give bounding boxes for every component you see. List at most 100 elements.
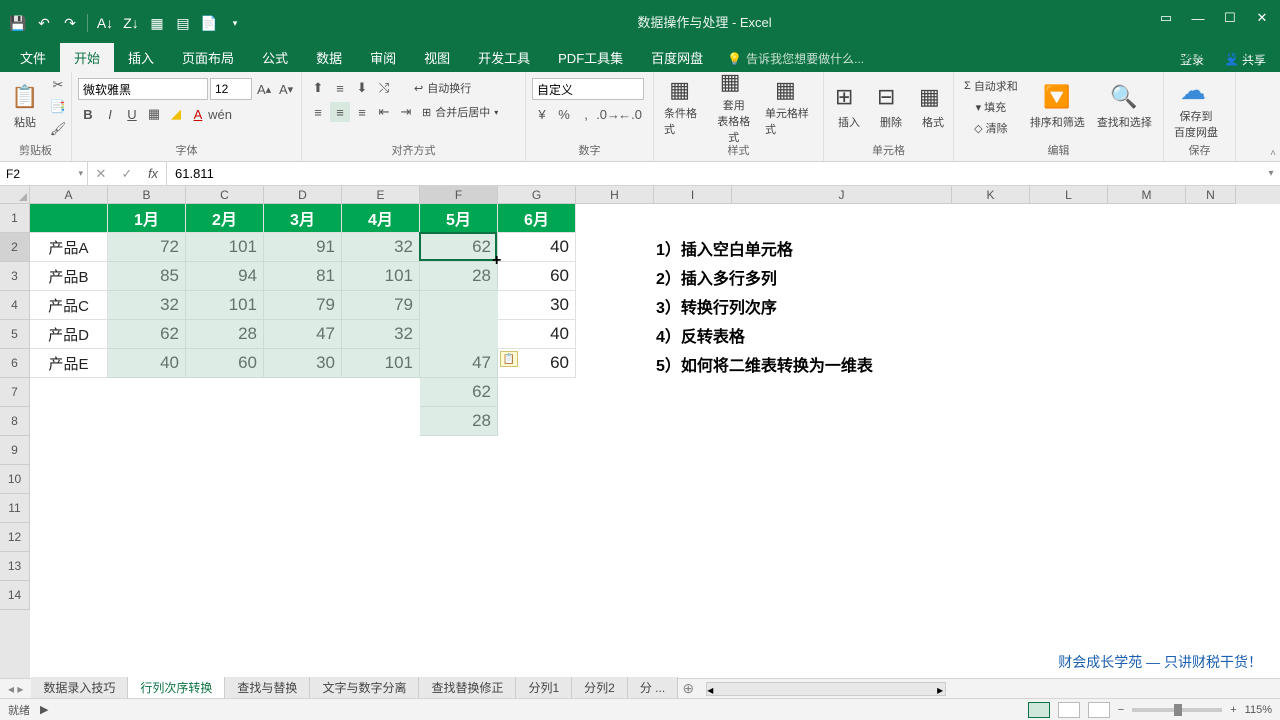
col-header[interactable]: E [342,186,420,204]
row-header[interactable]: 12 [0,523,30,552]
collapse-ribbon-icon[interactable]: ˄ [1270,148,1276,159]
row-header[interactable]: 14 [0,581,30,610]
sheet-tab[interactable]: 文字与数字分离 [310,677,419,700]
tab-formula[interactable]: 公式 [248,43,302,72]
quickprint-icon[interactable]: ▤ [171,11,195,35]
zoom-in-icon[interactable]: + [1230,704,1236,716]
col-header[interactable]: B [108,186,186,204]
percent-icon[interactable]: % [554,104,574,124]
font-name-select[interactable]: 微软雅黑 [78,78,208,100]
tell-me-box[interactable]: 💡告诉我您想要做什么... [717,45,874,72]
data-cell[interactable]: 47 [420,349,498,378]
align-center-icon[interactable]: ≡ [330,102,350,122]
cut-icon[interactable]: ✂ [48,75,68,95]
fx-icon[interactable]: fx [140,166,166,181]
col-header[interactable]: G [498,186,576,204]
data-cell[interactable]: 62 [108,320,186,349]
note-text[interactable]: 1）插入空白单元格 [654,233,1034,262]
data-cell[interactable]: 30 [264,349,342,378]
open-icon[interactable]: 📄 [197,11,221,35]
zoom-out-icon[interactable]: − [1118,704,1124,716]
row-header[interactable]: 9 [0,436,30,465]
data-cell[interactable]: 28 [186,320,264,349]
col-header[interactable]: A [30,186,108,204]
paste-button[interactable]: 📋 粘贴 [6,75,44,139]
italic-button[interactable]: I [100,104,120,124]
col-header[interactable]: J [732,186,952,204]
select-all-corner[interactable] [0,186,30,204]
page-break-icon[interactable] [1088,702,1110,718]
increase-font-icon[interactable]: A▴ [254,79,274,99]
tab-home[interactable]: 开始 [60,43,114,72]
row-header[interactable]: 4 [0,291,30,320]
col-header[interactable]: C [186,186,264,204]
sheet-tab[interactable]: 数据录入技巧 [31,677,128,700]
cell-style-button[interactable]: ▦单元格样式 [761,75,817,139]
row-header[interactable]: 8 [0,407,30,436]
zoom-level[interactable]: 115% [1245,704,1272,716]
table-header-cell[interactable] [30,204,108,233]
row-label-cell[interactable]: 产品A [30,233,108,262]
data-cell[interactable]: 72 [108,233,186,262]
currency-icon[interactable]: ¥ [532,104,552,124]
sheet-nav[interactable]: ◂ ▸ [0,682,31,696]
redo-icon[interactable]: ↷ [58,11,82,35]
row-label-cell[interactable]: 产品E [30,349,108,378]
phonetic-icon[interactable]: wén [210,104,230,124]
row-header[interactable]: 5 [0,320,30,349]
macro-icon[interactable]: ▶ [40,703,48,716]
data-cell[interactable]: 28 [420,407,498,436]
comma-icon[interactable]: , [576,104,596,124]
align-right-icon[interactable]: ≡ [352,102,372,122]
insert-button[interactable]: ⊞插入 [830,75,868,139]
save-icon[interactable]: 💾 [6,11,30,35]
col-header[interactable]: D [264,186,342,204]
cond-format-button[interactable]: ▦条件格式 [660,75,706,139]
table-header-cell[interactable]: 3月 [264,204,342,233]
tab-insert[interactable]: 插入 [114,43,168,72]
tab-pdf[interactable]: PDF工具集 [544,43,637,72]
preview-icon[interactable]: ▦ [145,11,169,35]
data-cell[interactable]: 60 [498,262,576,291]
tab-baidu[interactable]: 百度网盘 [637,43,717,72]
tab-file[interactable]: 文件 [6,43,60,72]
sheet-tab[interactable]: 分列2 [572,677,628,700]
cancel-icon[interactable]: ✕ [88,166,114,182]
row-header[interactable]: 2 [0,233,30,262]
data-cell[interactable]: 94 [186,262,264,291]
fill-color-icon[interactable]: ◢ [166,104,186,124]
data-cell[interactable]: 32 [108,291,186,320]
dec-decimal-icon[interactable]: ←.0 [620,104,640,124]
row-header[interactable]: 3 [0,262,30,291]
col-header[interactable]: N [1186,186,1236,204]
bold-button[interactable]: B [78,104,98,124]
sheet-tab[interactable]: 分 ... [628,677,678,700]
data-cell[interactable]: 101 [342,262,420,291]
col-header[interactable]: M [1108,186,1186,204]
col-header[interactable]: L [1030,186,1108,204]
data-cell[interactable]: 62 [420,378,498,407]
sheet-tab[interactable]: 分列1 [516,677,572,700]
row-label-cell[interactable]: 产品C [30,291,108,320]
decrease-font-icon[interactable]: A▾ [276,79,296,99]
data-cell[interactable]: 60 [186,349,264,378]
maximize-icon[interactable]: ☐ [1220,8,1240,28]
formula-input[interactable]: 61.811 [167,162,1262,185]
table-header-cell[interactable]: 2月 [186,204,264,233]
undo-icon[interactable]: ↶ [32,11,56,35]
note-text[interactable]: 4）反转表格 [654,320,1034,349]
underline-button[interactable]: U [122,104,142,124]
data-cell[interactable]: 28 [420,262,498,291]
new-sheet-button[interactable]: ⊕ [678,680,698,697]
qat-more-icon[interactable]: ▾ [223,11,247,35]
minimize-icon[interactable]: — [1188,8,1208,28]
baidu-save-button[interactable]: ☁保存到 百度网盘 [1170,75,1222,139]
col-header[interactable]: I [654,186,732,204]
ribbon-options-icon[interactable]: ▭ [1156,8,1176,28]
table-header-cell[interactable]: 1月 [108,204,186,233]
sort-asc-icon[interactable]: A↓ [93,11,117,35]
border-icon[interactable]: ▦ [144,104,164,124]
table-header-cell[interactable]: 6月 [498,204,576,233]
tab-dev[interactable]: 开发工具 [464,43,544,72]
col-header[interactable]: F [420,186,498,204]
